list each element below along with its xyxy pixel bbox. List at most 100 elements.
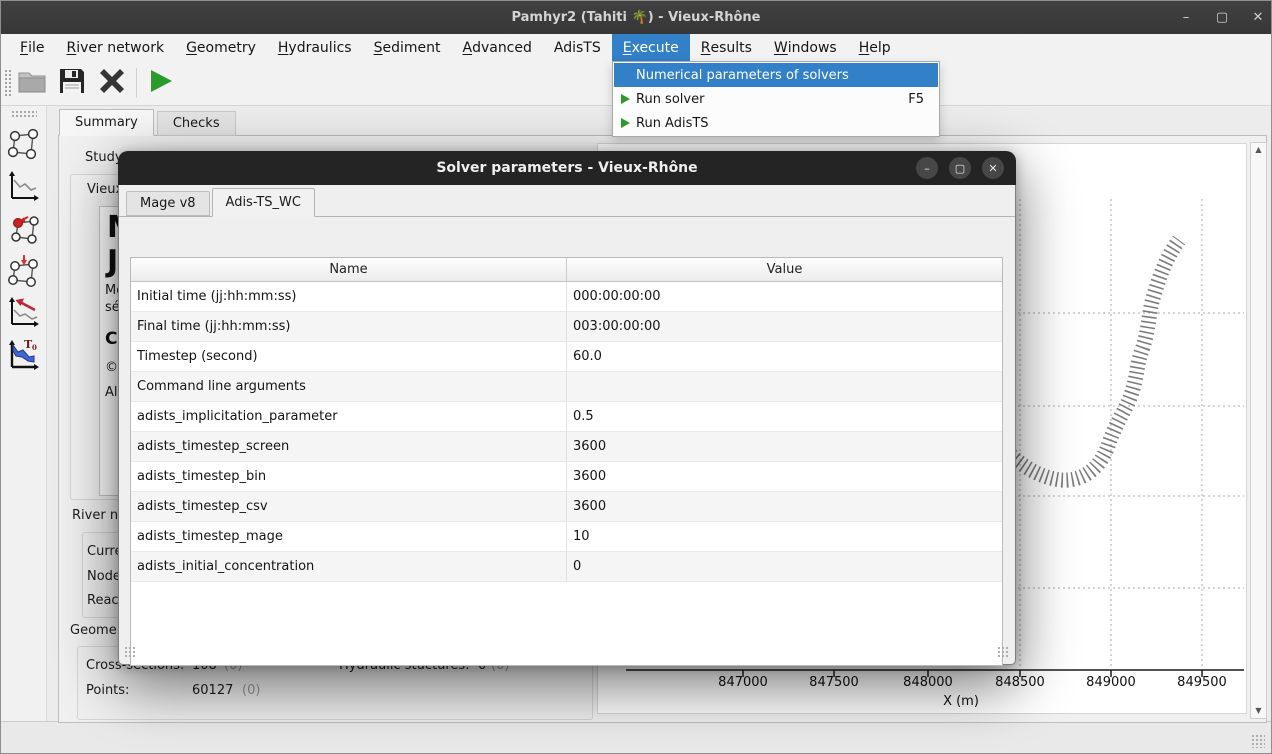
dialog-titlebar[interactable]: Solver parameters - Vieux-Rhône – ▢ ✕: [118, 151, 1016, 185]
left-toolbar: T 0: [1, 106, 47, 752]
execute-dropdown-menu: Numerical parameters of solvers Run solve…: [612, 61, 940, 137]
menu-option-run-adists[interactable]: Run AdisTS: [614, 111, 938, 135]
network-insert-button[interactable]: [4, 252, 44, 292]
menu-hydraulics[interactable]: Hydraulics: [267, 34, 363, 61]
toolbar-separator: [136, 68, 137, 98]
save-button[interactable]: [52, 65, 92, 101]
table-row-adists-initial-concentration: adists_initial_concentration0: [131, 552, 1002, 582]
param-value-cell[interactable]: 000:00:00:00: [567, 282, 1002, 311]
stat-points-label: Points:: [86, 683, 129, 698]
table-row-timestep-second: Timestep (second)60.0: [131, 342, 1002, 372]
toolbar-drag-handle[interactable]: [4, 69, 12, 97]
table-row-final-time-jj-hh-mm-ss: Final time (jj:hh:mm:ss)003:00:00:00: [131, 312, 1002, 342]
tab-summary[interactable]: Summary: [59, 109, 154, 136]
initial-conditions-t0-button[interactable]: T 0: [4, 336, 44, 376]
window-controls: – ▢ ✕: [1179, 1, 1265, 34]
menu-option-label: Numerical parameters of solvers: [636, 68, 849, 83]
param-value-cell[interactable]: 0: [567, 552, 1002, 581]
dialog-controls: – ▢ ✕: [916, 157, 1004, 179]
menu-option-shortcut: F5: [908, 92, 924, 107]
param-name-cell[interactable]: adists_timestep_mage: [131, 522, 567, 551]
menu-sediment[interactable]: Sediment: [363, 34, 452, 61]
menu-option-numerical-parameters-of-solvers[interactable]: Numerical parameters of solvers: [614, 63, 938, 87]
pamhyr2-window: { "window": { "title": "Pamhyr2 (Tahiti …: [0, 0, 1272, 754]
tab-mage-v8[interactable]: Mage v8: [126, 191, 210, 216]
scroll-up-icon[interactable]: ▲: [1255, 143, 1261, 157]
x-tick-label: 849000: [1086, 675, 1136, 690]
table-row-adists-timestep-bin: adists_timestep_bin3600: [131, 462, 1002, 492]
svg-text:0: 0: [32, 343, 37, 352]
menu-river-network[interactable]: River network: [55, 34, 175, 61]
menu-option-label: Run solver: [636, 92, 704, 107]
menu-results[interactable]: Results: [690, 34, 763, 61]
left-toolbar-drag-handle[interactable]: [11, 110, 37, 118]
dialog-minimize-button[interactable]: –: [916, 157, 938, 179]
menu-help[interactable]: Help: [848, 34, 902, 61]
param-name-cell[interactable]: adists_initial_concentration: [131, 552, 567, 581]
param-value-cell[interactable]: 60.0: [567, 342, 1002, 371]
table-row-adists-implicitation-parameter: adists_implicitation_parameter0.5: [131, 402, 1002, 432]
river-network-row-nodes: Node: [87, 569, 121, 584]
menu-geometry[interactable]: Geometry: [175, 34, 267, 61]
param-name-cell[interactable]: Final time (jj:hh:mm:ss): [131, 312, 567, 341]
menu-execute[interactable]: Execute: [612, 34, 690, 61]
profile-upstream-arrow-button[interactable]: [4, 294, 44, 334]
param-value-cell[interactable]: 3600: [567, 462, 1002, 491]
close-button[interactable]: ✕: [1251, 10, 1265, 25]
param-name-cell[interactable]: Command line arguments: [131, 372, 567, 401]
minimize-button[interactable]: –: [1179, 10, 1193, 25]
param-value-cell[interactable]: 3600: [567, 492, 1002, 521]
param-value-cell[interactable]: 003:00:00:00: [567, 312, 1002, 341]
window-titlebar: Pamhyr2 (Tahiti 🌴) - Vieux-Rhône – ▢ ✕: [1, 1, 1271, 34]
resize-grip[interactable]: [1251, 734, 1265, 748]
menu-adists[interactable]: AdisTS: [543, 34, 612, 61]
column-header-name[interactable]: Name: [131, 258, 567, 281]
column-header-value[interactable]: Value: [567, 258, 1002, 281]
network-source-node-icon: [6, 210, 42, 250]
dialog-body: Mage v8 Adis-TS_WC Name Value Initial ti…: [118, 185, 1016, 665]
window-title: Pamhyr2 (Tahiti 🌴) - Vieux-Rhône: [511, 10, 760, 25]
longitudinal-profile-icon: [6, 168, 42, 208]
menu-option-run-solver[interactable]: Run solver F5: [614, 87, 938, 111]
scroll-down-icon[interactable]: ▼: [1255, 704, 1261, 718]
table-header: Name Value: [131, 258, 1002, 282]
param-name-cell[interactable]: Initial time (jj:hh:mm:ss): [131, 282, 567, 311]
tab-checks[interactable]: Checks: [157, 111, 236, 136]
menu-windows[interactable]: Windows: [763, 34, 848, 61]
menu-file[interactable]: File: [9, 34, 55, 61]
dialog-resize-grip-left[interactable]: [124, 646, 137, 659]
tab-adis-ts-wc[interactable]: Adis-TS_WC: [212, 188, 315, 217]
param-name-cell[interactable]: adists_timestep_bin: [131, 462, 567, 491]
table-row-adists-timestep-screen: adists_timestep_screen3600: [131, 432, 1002, 462]
dialog-maximize-button[interactable]: ▢: [949, 157, 971, 179]
param-name-cell[interactable]: adists_timestep_screen: [131, 432, 567, 461]
dialog-resize-grip-right[interactable]: [997, 646, 1010, 659]
menu-bar: FileRiver networkGeometryHydraulicsSedim…: [1, 34, 1271, 61]
network-source-node-button[interactable]: [4, 210, 44, 250]
plot-vertical-scrollbar[interactable]: ▲ ▼: [1250, 142, 1267, 719]
close-model-button[interactable]: [92, 65, 132, 101]
main-tabbar: Summary Checks: [59, 109, 236, 136]
param-value-cell[interactable]: 3600: [567, 432, 1002, 461]
param-name-cell[interactable]: Timestep (second): [131, 342, 567, 371]
menu-option-label: Run AdisTS: [636, 116, 709, 131]
run-solver-icon: [149, 68, 174, 98]
param-value-cell[interactable]: [567, 372, 1002, 401]
stat-points-value: 60127: [192, 683, 233, 698]
open-folder-button[interactable]: [12, 65, 52, 101]
river-network-icon: [6, 126, 42, 166]
river-network-row-reaches: Reac: [87, 593, 119, 608]
river-network-button[interactable]: [4, 126, 44, 166]
maximize-button[interactable]: ▢: [1215, 10, 1229, 25]
longitudinal-profile-button[interactable]: [4, 168, 44, 208]
run-solver-button[interactable]: [141, 65, 181, 101]
param-name-cell[interactable]: adists_timestep_csv: [131, 492, 567, 521]
table-row-adists-timestep-mage: adists_timestep_mage10: [131, 522, 1002, 552]
save-icon: [59, 68, 85, 98]
param-value-cell[interactable]: 10: [567, 522, 1002, 551]
table-body: Initial time (jj:hh:mm:ss)000:00:00:00Fi…: [131, 282, 1002, 582]
param-value-cell[interactable]: 0.5: [567, 402, 1002, 431]
dialog-close-button[interactable]: ✕: [982, 157, 1004, 179]
menu-advanced[interactable]: Advanced: [451, 34, 542, 61]
param-name-cell[interactable]: adists_implicitation_parameter: [131, 402, 567, 431]
